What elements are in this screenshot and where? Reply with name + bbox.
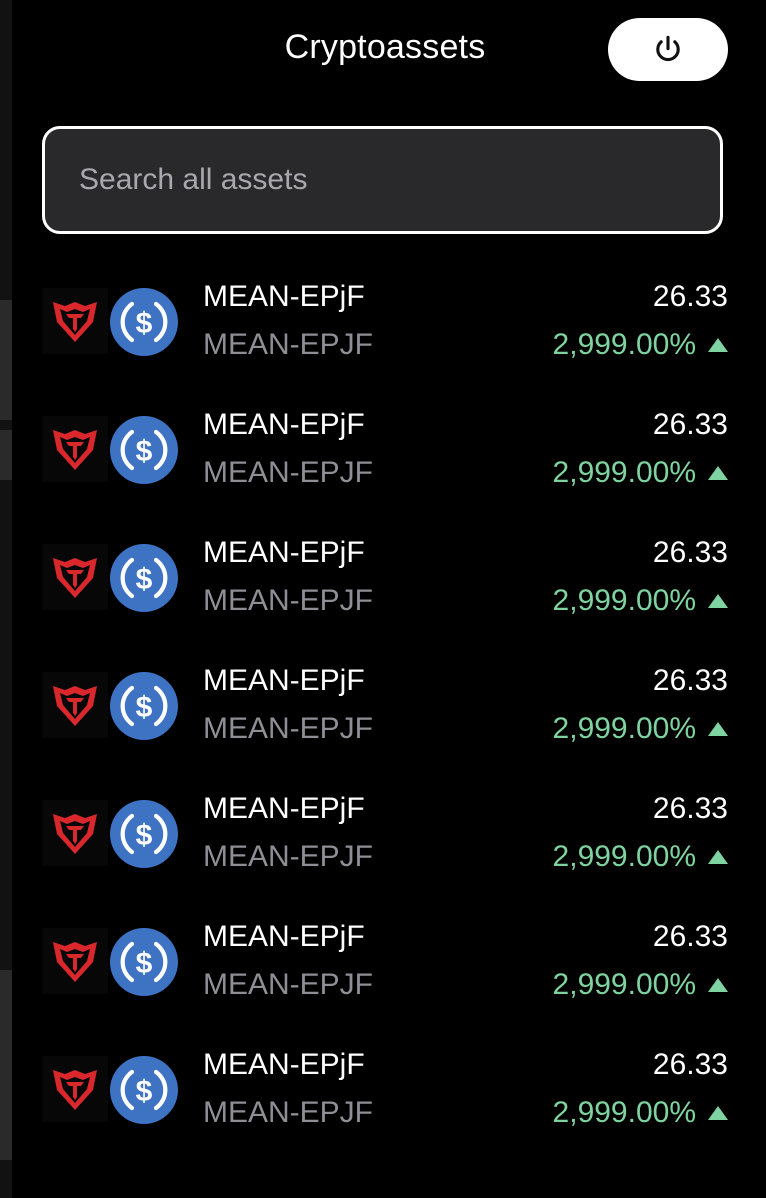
trend-up-icon <box>708 466 728 480</box>
background-edge-segment <box>0 430 12 480</box>
mean-token-icon <box>42 544 108 610</box>
asset-change-value: 2,999.00% <box>552 968 696 1001</box>
mean-token-icon <box>42 672 108 738</box>
asset-name: MEAN-EPjF <box>203 792 365 825</box>
asset-symbol: MEAN-EPJF <box>203 1096 374 1129</box>
search-box <box>42 126 723 234</box>
asset-row[interactable]: $ MEAN-EPjF MEAN-EPJF 26.33 2,999.00% <box>12 1024 766 1152</box>
power-button[interactable] <box>608 18 728 81</box>
asset-symbol: MEAN-EPJF <box>203 456 374 489</box>
usdc-token-icon: $ <box>110 672 178 740</box>
asset-row[interactable]: $ MEAN-EPjF MEAN-EPJF 26.33 2,999.00% <box>12 640 766 768</box>
mean-token-icon <box>42 288 108 354</box>
asset-change: 2,999.00% <box>553 840 728 874</box>
asset-row[interactable]: $ MEAN-EPjF MEAN-EPJF 26.33 2,999.00% <box>12 512 766 640</box>
asset-symbol: MEAN-EPJF <box>203 328 374 361</box>
svg-text:$: $ <box>136 1075 153 1108</box>
asset-price: 26.33 <box>652 920 728 953</box>
asset-row[interactable]: $ MEAN-EPjF MEAN-EPJF 26.33 2,999.00% <box>12 768 766 896</box>
mean-token-icon <box>42 928 108 994</box>
usdc-token-icon: $ <box>110 1056 178 1124</box>
asset-change: 2,999.00% <box>553 968 728 1002</box>
asset-change: 2,999.00% <box>553 456 728 490</box>
svg-text:$: $ <box>136 691 153 724</box>
mean-token-icon <box>42 800 108 866</box>
asset-change: 2,999.00% <box>553 712 728 746</box>
svg-text:$: $ <box>136 307 153 340</box>
trend-up-icon <box>708 338 728 352</box>
panel-header: Cryptoassets <box>12 0 766 100</box>
asset-symbol: MEAN-EPJF <box>203 584 374 617</box>
search-input[interactable] <box>45 129 720 231</box>
trend-up-icon <box>708 722 728 736</box>
asset-name: MEAN-EPjF <box>203 280 365 313</box>
asset-change-value: 2,999.00% <box>552 712 696 745</box>
asset-symbol: MEAN-EPJF <box>203 840 374 873</box>
svg-text:$: $ <box>136 563 153 596</box>
trend-up-icon <box>708 1106 728 1120</box>
background-edge-segment <box>0 970 12 1160</box>
asset-price: 26.33 <box>652 280 728 313</box>
asset-change-value: 2,999.00% <box>552 584 696 617</box>
asset-name: MEAN-EPjF <box>203 664 365 697</box>
asset-price: 26.33 <box>652 408 728 441</box>
asset-name: MEAN-EPjF <box>203 536 365 569</box>
asset-change: 2,999.00% <box>553 584 728 618</box>
asset-name: MEAN-EPjF <box>203 920 365 953</box>
background-edge <box>0 0 12 1198</box>
asset-change-value: 2,999.00% <box>552 456 696 489</box>
asset-change: 2,999.00% <box>553 328 728 362</box>
svg-text:$: $ <box>136 947 153 980</box>
usdc-token-icon: $ <box>110 416 178 484</box>
asset-list: $ MEAN-EPjF MEAN-EPJF 26.33 2,999.00% $ … <box>12 256 766 1152</box>
background-edge-segment <box>0 300 12 420</box>
asset-symbol: MEAN-EPJF <box>203 968 374 1001</box>
svg-text:$: $ <box>136 435 153 468</box>
usdc-token-icon: $ <box>110 544 178 612</box>
mean-token-icon <box>42 1056 108 1122</box>
asset-price: 26.33 <box>652 664 728 697</box>
asset-row[interactable]: $ MEAN-EPjF MEAN-EPJF 26.33 2,999.00% <box>12 256 766 384</box>
trend-up-icon <box>708 978 728 992</box>
trend-up-icon <box>708 594 728 608</box>
asset-name: MEAN-EPjF <box>203 408 365 441</box>
power-icon <box>656 35 680 61</box>
asset-price: 26.33 <box>652 792 728 825</box>
usdc-token-icon: $ <box>110 800 178 868</box>
asset-change-value: 2,999.00% <box>552 840 696 873</box>
asset-row[interactable]: $ MEAN-EPjF MEAN-EPJF 26.33 2,999.00% <box>12 384 766 512</box>
mean-token-icon <box>42 416 108 482</box>
usdc-token-icon: $ <box>110 928 178 996</box>
cryptoassets-panel: Cryptoassets $ MEAN-EPjF MEAN- <box>12 0 766 1198</box>
usdc-token-icon: $ <box>110 288 178 356</box>
asset-name: MEAN-EPjF <box>203 1048 365 1081</box>
asset-price: 26.33 <box>652 1048 728 1081</box>
asset-change-value: 2,999.00% <box>552 328 696 361</box>
asset-change: 2,999.00% <box>553 1096 728 1130</box>
svg-text:$: $ <box>136 819 153 852</box>
asset-row[interactable]: $ MEAN-EPjF MEAN-EPJF 26.33 2,999.00% <box>12 896 766 1024</box>
trend-up-icon <box>708 850 728 864</box>
asset-price: 26.33 <box>652 536 728 569</box>
asset-change-value: 2,999.00% <box>552 1096 696 1129</box>
asset-symbol: MEAN-EPJF <box>203 712 374 745</box>
